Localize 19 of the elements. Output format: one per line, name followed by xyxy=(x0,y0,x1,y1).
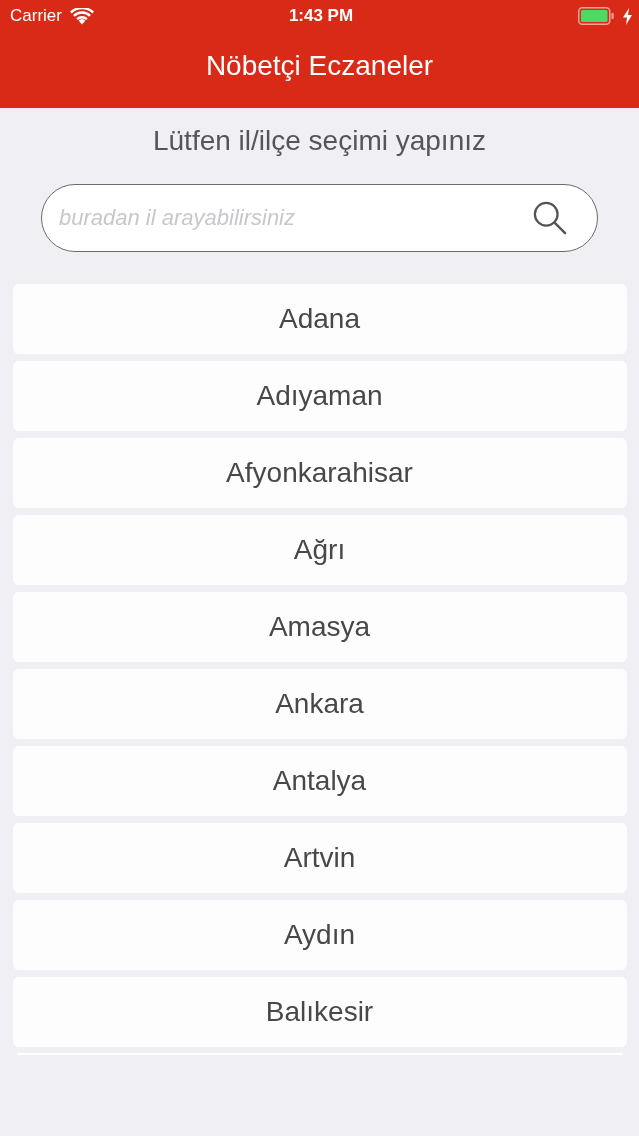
city-list-item[interactable]: Ankara xyxy=(12,669,627,739)
search-field[interactable]: buradan il arayabilirsiniz xyxy=(41,184,598,252)
battery-icon xyxy=(578,7,614,25)
selection-prompt: Lütfen il/ilçe seçimi yapınız xyxy=(152,124,486,158)
city-list-item[interactable]: Adana xyxy=(12,284,627,354)
nav-title: Nöbetçi Eczaneler xyxy=(205,50,434,82)
city-list-item[interactable]: Balıkesir xyxy=(12,977,627,1047)
carrier-name: Carrier xyxy=(10,6,62,26)
status-time: 1:43 PM xyxy=(288,6,354,26)
charging-bolt-icon xyxy=(623,7,632,25)
city-list-item[interactable]: Aydın xyxy=(12,900,627,970)
city-list-item[interactable]: Adıyaman xyxy=(12,361,627,431)
search-icon[interactable] xyxy=(533,201,567,235)
city-list-item[interactable]: Artvin xyxy=(12,823,627,893)
city-list-item[interactable]: Amasya xyxy=(12,592,627,662)
city-list-item[interactable]: Ağrı xyxy=(12,515,627,585)
city-list-item[interactable]: Afyonkarahisar xyxy=(12,438,627,508)
wifi-icon xyxy=(69,7,94,25)
city-list-item[interactable]: Antalya xyxy=(12,746,627,816)
